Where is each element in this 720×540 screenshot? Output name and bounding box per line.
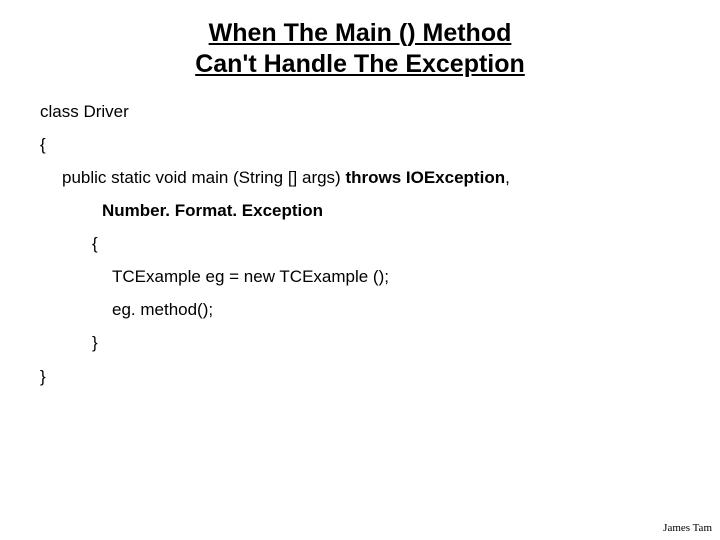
slide: When The Main () Method Can't Handle The… [0,0,720,540]
code-line: { [40,227,680,260]
code-text-bold: throws IOException [345,168,505,187]
code-line: } [40,326,680,359]
code-line: eg. method(); [40,293,680,326]
title-line-2: Can't Handle The Exception [195,50,525,78]
title-line-1: When The Main () Method [209,19,512,47]
code-line: TCExample eg = new TCExample (); [40,260,680,293]
code-line: public static void main (String [] args)… [40,161,680,194]
footer-author: James Tam [663,522,712,534]
code-text: , [505,168,510,187]
code-line: Number. Format. Exception [40,194,680,227]
code-line: class Driver [40,95,680,128]
slide-title: When The Main () Method Can't Handle The… [0,0,720,81]
code-line: { [40,128,680,161]
code-line: } [40,360,680,393]
code-body: class Driver { public static void main (… [0,81,720,393]
code-text: public static void main (String [] args) [62,168,345,187]
